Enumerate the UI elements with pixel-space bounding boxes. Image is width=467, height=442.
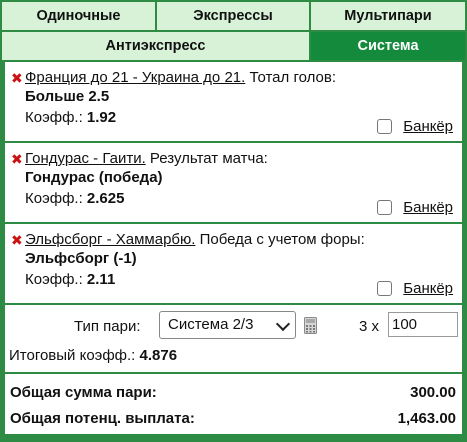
banker-toggle[interactable]: Банкёр bbox=[377, 280, 453, 297]
banker-label[interactable]: Банкёр bbox=[403, 118, 453, 135]
bet-title: Гондурас - Гаити. Результат матча: bbox=[25, 149, 454, 168]
coef-label: Коэфф.: bbox=[25, 190, 87, 207]
stake-amount-input[interactable]: 100 bbox=[388, 312, 458, 337]
slip-content: ✖ Франция до 21 - Украина до 21. Тотал г… bbox=[2, 62, 465, 437]
bet-type-label: Тип пари: bbox=[74, 318, 141, 335]
remove-bet-icon[interactable]: ✖ bbox=[11, 232, 23, 249]
coef-value: 2.625 bbox=[86, 190, 125, 207]
banker-toggle[interactable]: Банкёр bbox=[377, 118, 453, 135]
bet-item: ✖ Гондурас - Гаити. Результат матча: Гон… bbox=[2, 143, 465, 224]
market-name: Победа с учетом форы: bbox=[195, 231, 365, 248]
system-type-value: Система 2/3 bbox=[168, 316, 254, 333]
bet-title: Франция до 21 - Украина до 21. Тотал гол… bbox=[25, 68, 454, 87]
total-coef: Итоговый коэфф.: 4.876 bbox=[9, 347, 177, 364]
banker-label[interactable]: Банкёр bbox=[403, 199, 453, 216]
bet-outcome: Гондурас (победа) bbox=[25, 169, 163, 186]
remove-bet-icon[interactable]: ✖ bbox=[11, 70, 23, 87]
tabs-row-1: Одиночные Экспрессы Мультипари bbox=[2, 2, 465, 30]
banker-label[interactable]: Банкёр bbox=[403, 280, 453, 297]
coef-value: 2.11 bbox=[86, 271, 116, 288]
multiplier-label: 3 x bbox=[359, 318, 380, 335]
bet-outcome: Эльфсборг (-1) bbox=[25, 250, 137, 267]
system-type-select[interactable]: Система 2/3 bbox=[159, 311, 296, 339]
banker-toggle[interactable]: Банкёр bbox=[377, 199, 453, 216]
total-coef-value: 4.876 bbox=[139, 347, 178, 364]
calculator-icon[interactable] bbox=[304, 317, 317, 334]
banker-checkbox[interactable] bbox=[377, 281, 393, 296]
potential-payout-value: 1,463.00 bbox=[397, 410, 456, 427]
chevron-down-icon bbox=[275, 316, 291, 332]
system-settings: Тип пари: Система 2/3 3 x 100 Итоговый к… bbox=[2, 305, 465, 372]
bet-outcome: Больше 2.5 bbox=[25, 88, 110, 105]
coef-value: 1.92 bbox=[86, 109, 117, 126]
event-link[interactable]: Эльфсборг - Хаммарбю. bbox=[25, 231, 195, 248]
bet-summary: Общая сумма пари: 300.00 Общая потенц. в… bbox=[2, 372, 465, 437]
tab-singles[interactable]: Одиночные bbox=[2, 2, 155, 30]
tab-multi[interactable]: Мультипари bbox=[311, 2, 465, 30]
coef-label: Коэфф.: bbox=[25, 109, 87, 126]
total-stake-value: 300.00 bbox=[410, 384, 456, 401]
total-stake-label: Общая сумма пари: bbox=[10, 384, 157, 401]
tabs-row-2: Антиэкспресс Система bbox=[2, 32, 465, 60]
bet-title: Эльфсборг - Хаммарбю. Победа с учетом фо… bbox=[25, 230, 454, 249]
tab-system[interactable]: Система bbox=[311, 32, 465, 60]
banker-checkbox[interactable] bbox=[377, 200, 393, 215]
market-name: Результат матча: bbox=[145, 150, 268, 167]
tab-antiexpress[interactable]: Антиэкспресс bbox=[2, 32, 309, 60]
event-link[interactable]: Гондурас - Гаити. bbox=[25, 150, 146, 167]
tab-express[interactable]: Экспрессы bbox=[157, 2, 309, 30]
event-link[interactable]: Франция до 21 - Украина до 21. bbox=[25, 69, 245, 86]
banker-checkbox[interactable] bbox=[377, 119, 393, 134]
bet-item: ✖ Франция до 21 - Украина до 21. Тотал г… bbox=[2, 62, 465, 143]
potential-payout-label: Общая потенц. выплата: bbox=[10, 410, 195, 427]
bet-item: ✖ Эльфсборг - Хаммарбю. Победа с учетом … bbox=[2, 224, 465, 305]
total-coef-label: Итоговый коэфф.: bbox=[9, 347, 140, 364]
bet-slip: Одиночные Экспрессы Мультипари Антиэкспр… bbox=[0, 0, 467, 442]
coef-label: Коэфф.: bbox=[25, 271, 87, 288]
market-name: Тотал голов: bbox=[245, 69, 337, 86]
remove-bet-icon[interactable]: ✖ bbox=[11, 151, 23, 168]
